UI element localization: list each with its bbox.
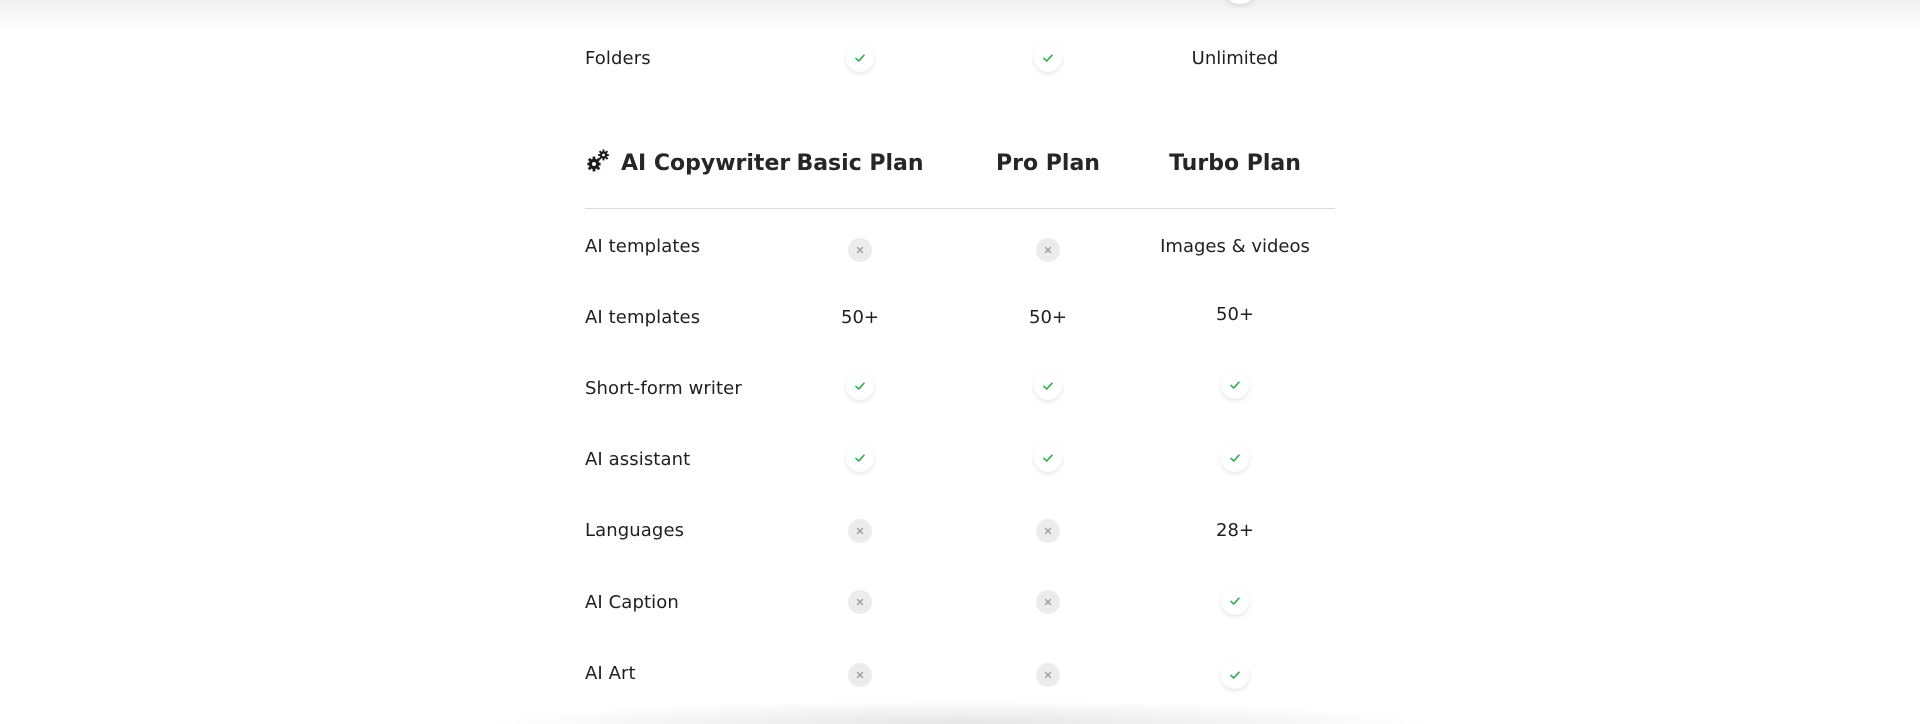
check-icon <box>1034 372 1062 400</box>
turbo-cell: Unlimited <box>1135 38 1335 78</box>
pro-cell <box>948 230 1148 270</box>
feature-row: Short-form writer <box>585 368 1335 408</box>
feature-label: AI Art <box>585 662 636 684</box>
feature-label: Languages <box>585 519 685 541</box>
turbo-cell: 50+ <box>1135 294 1335 334</box>
feature-label: AI templates <box>585 235 701 257</box>
feature-row: AI templates 50+ 50+ 50+ <box>585 297 1335 337</box>
turbo-cell <box>1135 655 1335 695</box>
plan-value: Images & videos <box>1160 235 1310 257</box>
header-divider <box>585 208 1335 209</box>
feature-row: AI templates Images & videos <box>585 226 1335 266</box>
feature-label: Folders <box>585 47 651 69</box>
pro-cell: 50+ <box>948 297 1148 337</box>
section-header: AI Copywriter Basic Plan Pro Plan Turbo … <box>585 143 1335 183</box>
basic-cell <box>760 230 960 270</box>
plan-value: Unlimited <box>1191 47 1279 69</box>
cross-icon <box>1036 238 1060 262</box>
cross-icon <box>1036 519 1060 543</box>
check-icon <box>1221 661 1249 689</box>
column-basic-plan: Basic Plan <box>796 150 924 176</box>
bottom-shadow <box>480 700 1440 724</box>
check-icon <box>846 444 874 472</box>
plan-value: 50+ <box>841 306 879 328</box>
basic-cell <box>760 438 960 478</box>
top-shadow <box>0 0 1920 30</box>
cross-icon <box>848 590 872 614</box>
feature-label: AI templates <box>585 306 701 328</box>
check-icon <box>846 44 874 72</box>
turbo-cell: 28+ <box>1135 510 1335 550</box>
plan-value: 28+ <box>1216 519 1254 541</box>
basic-cell <box>760 582 960 622</box>
cross-icon <box>848 238 872 262</box>
plan-value: 50+ <box>1216 303 1254 325</box>
column-turbo-plan: Turbo Plan <box>1169 150 1301 176</box>
basic-cell: 50+ <box>760 297 960 337</box>
gears-icon <box>585 148 611 178</box>
feature-row: Languages 28+ <box>585 510 1335 550</box>
plan-value: 50+ <box>1029 306 1067 328</box>
feature-row: AI assistant <box>585 439 1335 479</box>
cross-icon <box>1036 663 1060 687</box>
basic-cell <box>760 655 960 695</box>
turbo-cell <box>1135 438 1335 478</box>
feature-label: Short-form writer <box>585 377 742 399</box>
feature-row-folders: Folders Unlimited <box>585 38 1335 78</box>
column-pro-plan: Pro Plan <box>996 150 1100 176</box>
feature-label: AI Caption <box>585 591 679 613</box>
check-icon <box>1034 444 1062 472</box>
pro-cell <box>948 38 1148 78</box>
check-icon <box>1221 371 1249 399</box>
cross-icon <box>1036 590 1060 614</box>
basic-cell <box>760 38 960 78</box>
turbo-cell: Images & videos <box>1135 226 1335 266</box>
feature-row: AI Caption <box>585 582 1335 622</box>
check-icon <box>1034 44 1062 72</box>
check-icon <box>1221 444 1249 472</box>
check-icon <box>846 372 874 400</box>
pro-cell <box>948 582 1148 622</box>
feature-row: AI Art <box>585 653 1335 693</box>
check-icon <box>1221 587 1249 615</box>
partial-check-badge <box>1225 0 1255 4</box>
turbo-cell <box>1135 581 1335 621</box>
cross-icon <box>848 519 872 543</box>
cross-icon <box>848 663 872 687</box>
pro-cell <box>948 366 1148 406</box>
pro-cell <box>948 655 1148 695</box>
pro-cell <box>948 511 1148 551</box>
pro-cell <box>948 438 1148 478</box>
turbo-cell <box>1135 365 1335 405</box>
basic-cell <box>760 366 960 406</box>
basic-cell <box>760 511 960 551</box>
feature-label: AI assistant <box>585 448 691 470</box>
